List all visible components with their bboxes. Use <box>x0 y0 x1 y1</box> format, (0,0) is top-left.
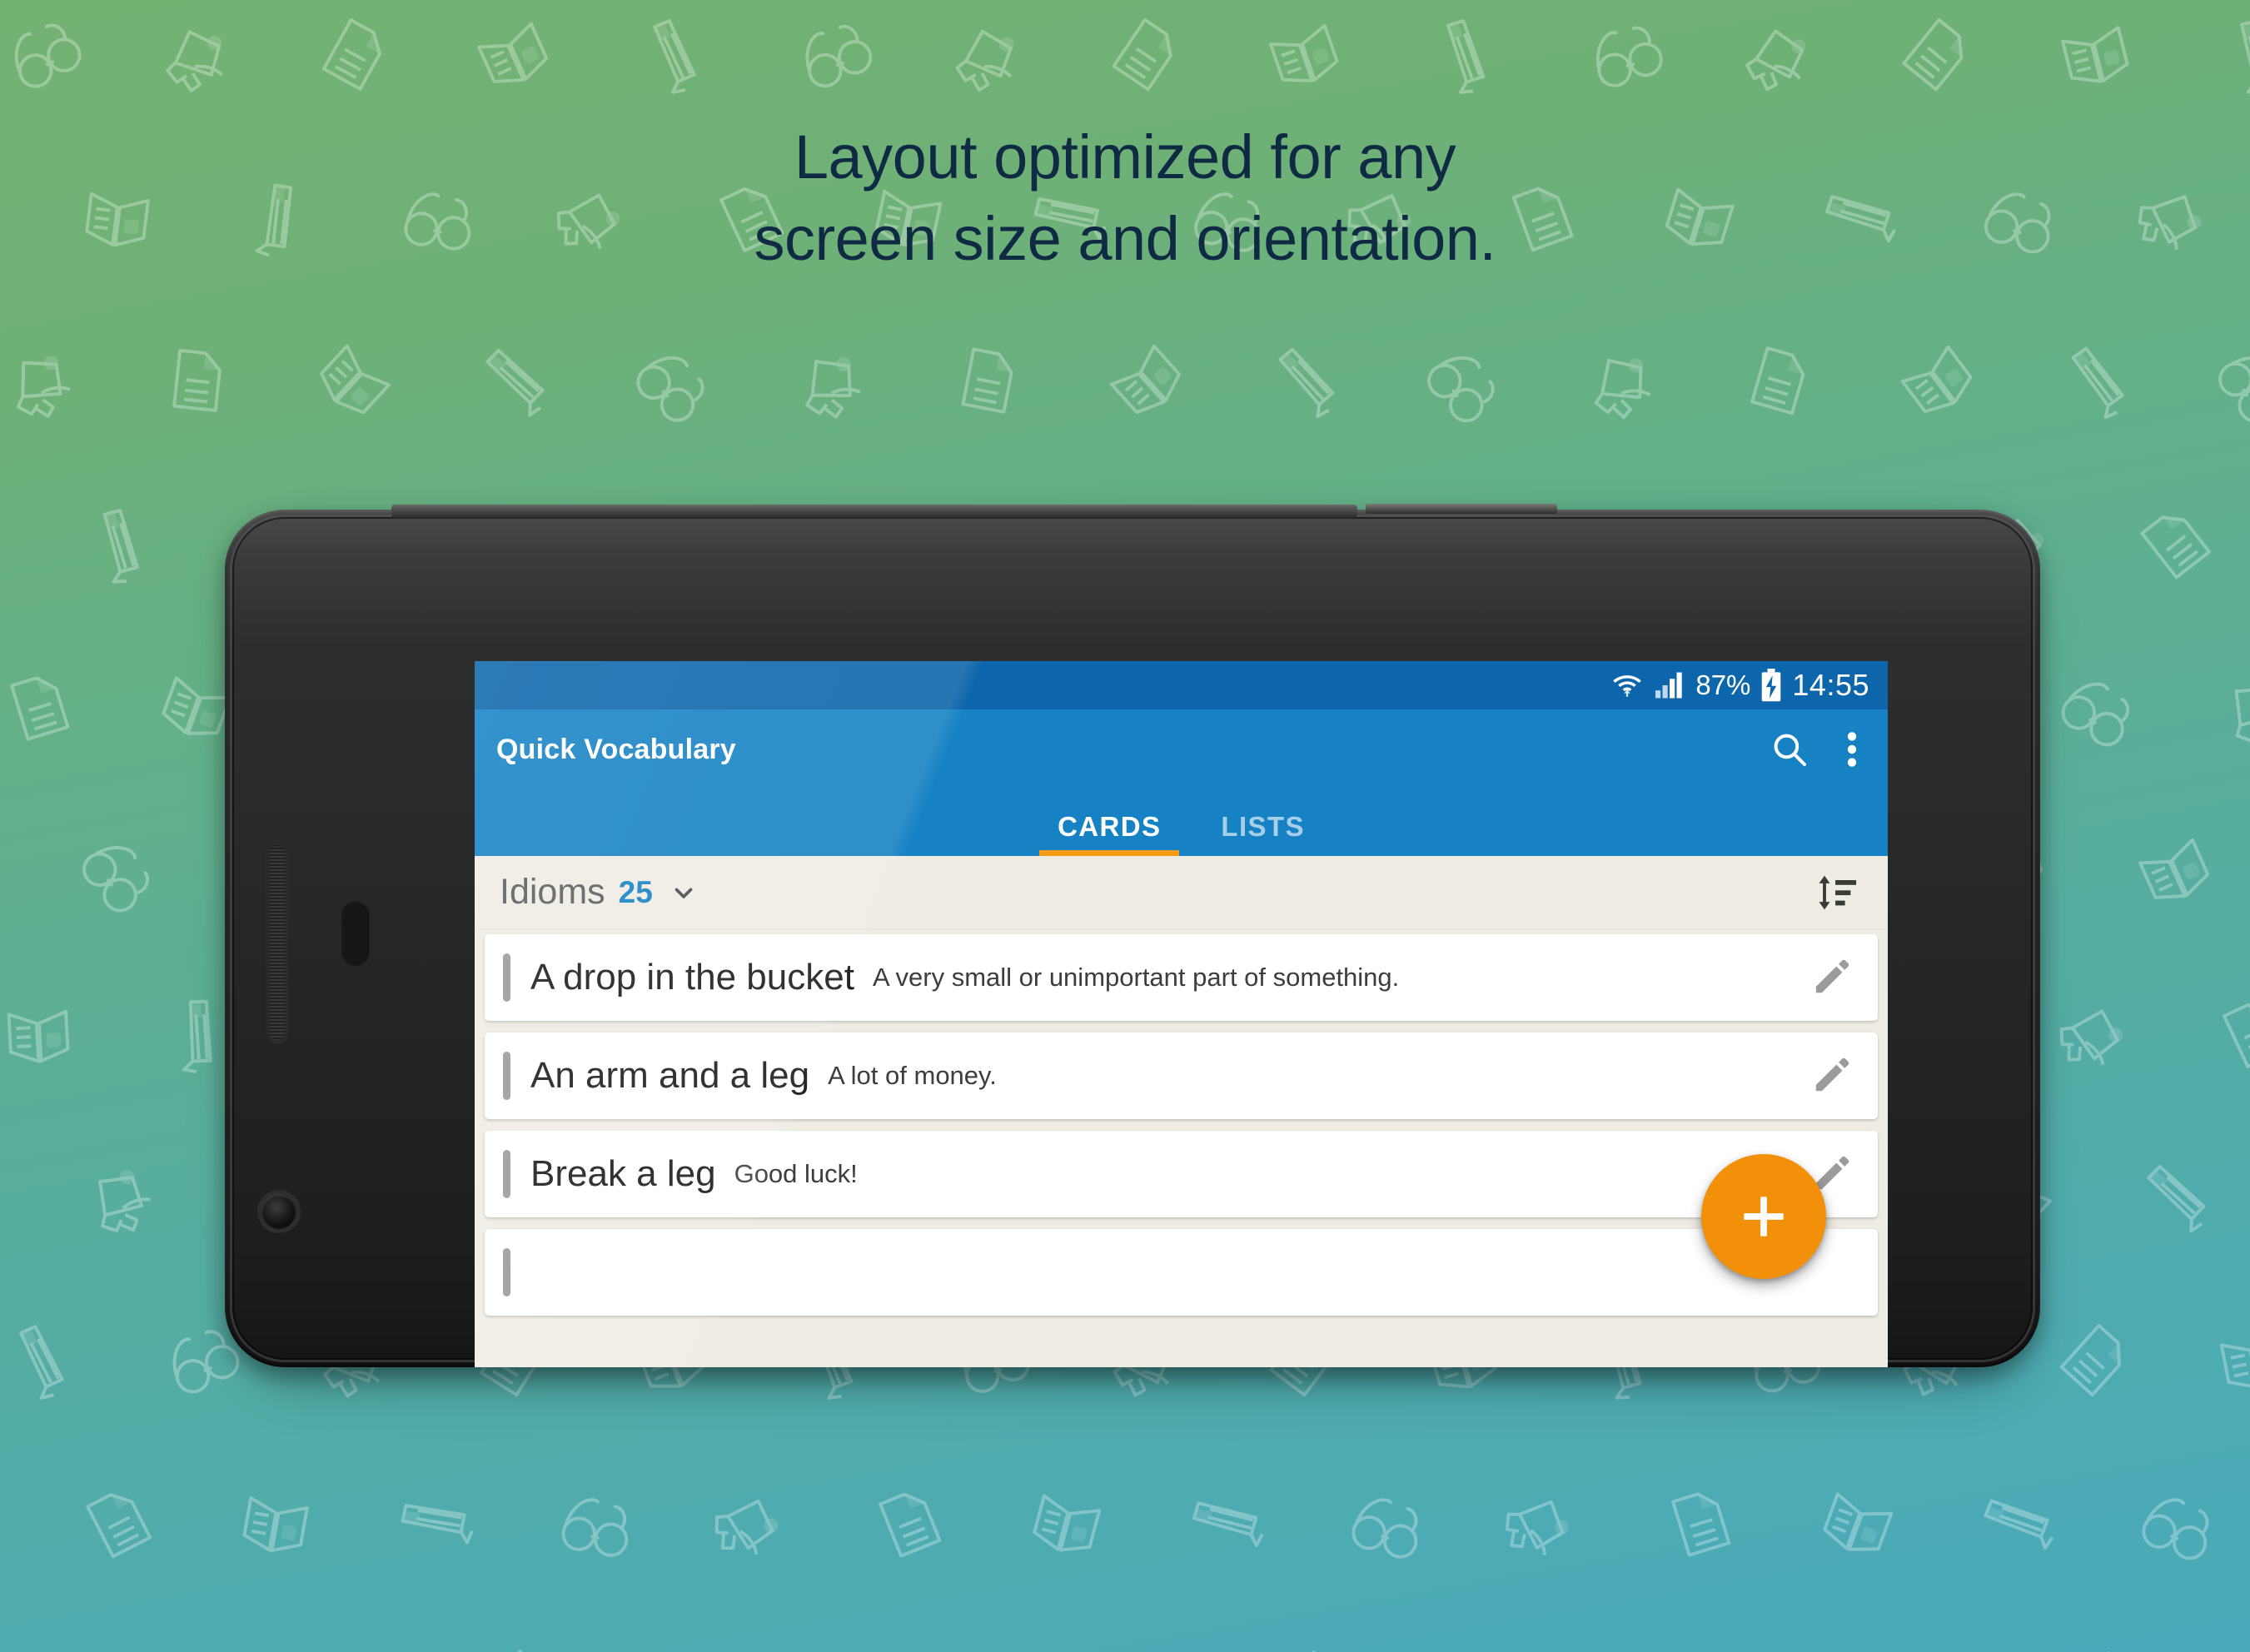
pencil-edit-icon[interactable] <box>1785 956 1878 999</box>
tab-cards-label: CARDS <box>1058 811 1162 842</box>
card-accent-bar <box>503 1150 510 1198</box>
pencil-edit-icon[interactable] <box>1785 1054 1878 1097</box>
phone-device-mockup: 87% 14:55 Quick Vocabulary CARDS LISTS I… <box>225 504 2040 1376</box>
tab-bar: CARDS LISTS <box>475 789 1888 856</box>
vocabulary-card-list: A drop in the bucket A very small or uni… <box>475 929 1888 1316</box>
app-bar-actions <box>1770 729 1866 769</box>
chevron-down-icon[interactable] <box>670 878 698 907</box>
table-row[interactable]: An arm and a leg A lot of money. <box>485 1032 1878 1119</box>
plus-icon <box>1744 1197 1784 1237</box>
phone-screen: 87% 14:55 Quick Vocabulary CARDS LISTS I… <box>475 661 1888 1367</box>
status-bar: 87% 14:55 <box>475 661 1888 709</box>
search-icon[interactable] <box>1770 729 1809 769</box>
battery-percent-label: 87% <box>1695 669 1751 700</box>
promo-headline: Layout optimized for any screen size and… <box>0 117 2250 281</box>
wifi-icon <box>1610 669 1644 701</box>
tab-lists[interactable]: LISTS <box>1191 811 1335 856</box>
proximity-sensor <box>341 901 370 966</box>
list-name-label: Idioms <box>500 872 605 912</box>
card-definition: A lot of money. <box>828 1061 997 1090</box>
card-term: Break a leg <box>530 1153 716 1194</box>
front-camera <box>261 1194 296 1229</box>
card-term: An arm and a leg <box>530 1055 810 1096</box>
phone-top-edge <box>391 505 1357 518</box>
power-button[interactable] <box>1366 504 1557 514</box>
table-row[interactable]: A drop in the bucket A very small or uni… <box>485 934 1878 1021</box>
tab-lists-label: LISTS <box>1221 811 1305 842</box>
tab-cards[interactable]: CARDS <box>1028 811 1191 856</box>
card-definition: A very small or unimportant part of some… <box>872 963 1400 992</box>
card-accent-bar <box>503 1052 510 1100</box>
table-row[interactable] <box>485 1229 1878 1316</box>
card-accent-bar <box>503 953 510 1002</box>
card-term: A drop in the bucket <box>530 957 854 998</box>
sort-descending-icon[interactable] <box>1816 873 1863 913</box>
earpiece-speaker <box>266 843 288 1042</box>
headline-line-1: Layout optimized for any <box>794 122 1456 192</box>
add-card-fab[interactable] <box>1701 1154 1826 1279</box>
headline-line-2: screen size and orientation. <box>754 204 1496 274</box>
phone-body: 87% 14:55 Quick Vocabulary CARDS LISTS I… <box>225 510 2040 1367</box>
cellular-signal-icon <box>1654 671 1685 699</box>
card-accent-bar <box>503 1248 510 1296</box>
battery-charging-icon <box>1760 669 1782 702</box>
card-definition: Good luck! <box>734 1159 858 1188</box>
status-bar-clock: 14:55 <box>1792 668 1869 702</box>
table-row[interactable]: Break a leg Good luck! <box>485 1131 1878 1217</box>
list-count-badge: 25 <box>618 874 653 909</box>
list-filter-header: Idioms 25 <box>475 856 1888 929</box>
overflow-menu-icon[interactable] <box>1846 729 1858 769</box>
app-bar: Quick Vocabulary <box>475 709 1888 789</box>
app-title: Quick Vocabulary <box>496 733 736 765</box>
